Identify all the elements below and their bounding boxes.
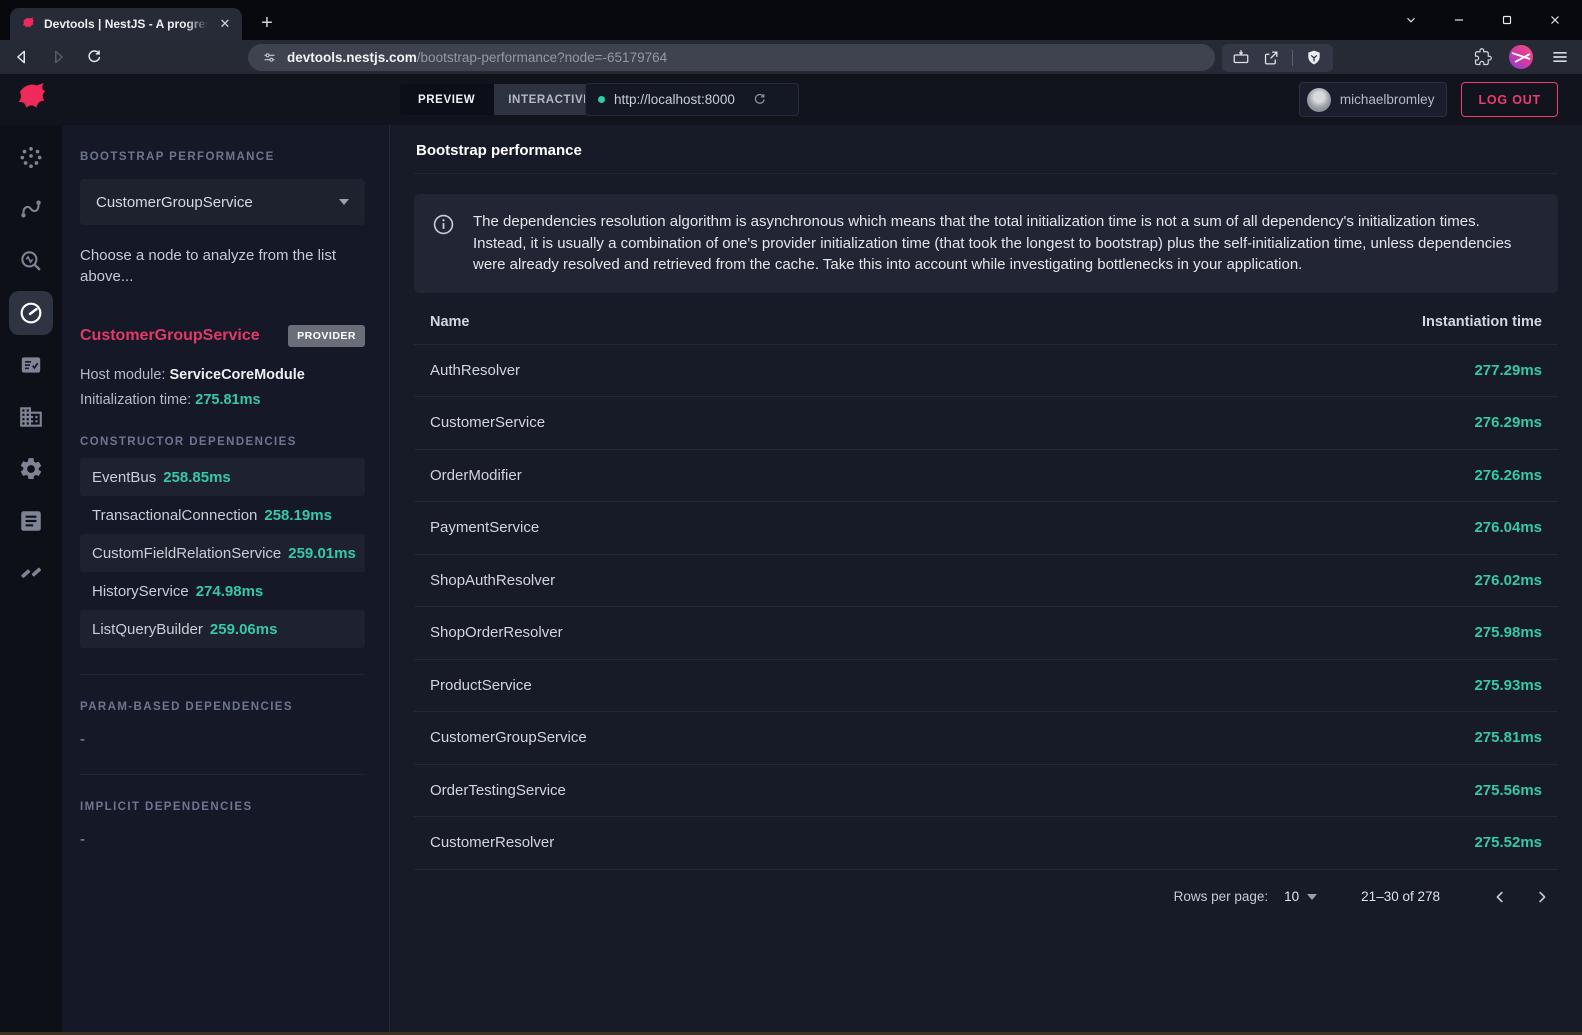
dependency-item[interactable]: CustomFieldRelationService259.01ms — [80, 534, 365, 572]
next-page-icon[interactable] — [1526, 881, 1558, 913]
info-icon — [432, 213, 455, 236]
panel-hint: Choose a node to analyze from the list a… — [80, 245, 365, 287]
send-to-device-icon[interactable] — [1232, 49, 1250, 67]
nav-settings-icon[interactable] — [9, 447, 53, 491]
new-tab-button[interactable]: + — [254, 10, 280, 36]
tab-close-icon[interactable]: ✕ — [216, 15, 234, 33]
nav-inspect-icon[interactable] — [9, 239, 53, 283]
nestjs-logo-icon — [12, 80, 50, 118]
panel-title: BOOTSTRAP PERFORMANCE — [80, 151, 365, 163]
rows-per-page-label: Rows per page: — [1174, 889, 1269, 904]
constructor-dependencies-title: CONSTRUCTOR DEPENDENCIES — [80, 436, 365, 448]
chevron-down-icon — [1307, 894, 1317, 900]
info-note: The dependencies resolution algorithm is… — [414, 194, 1558, 293]
url-text: devtools.nestjs.com/bootstrap-performanc… — [287, 50, 667, 65]
target-url-box[interactable]: http://localhost:8000 — [585, 83, 799, 116]
share-icon[interactable] — [1262, 49, 1280, 67]
tab-preview[interactable]: PREVIEW — [400, 84, 493, 115]
chevron-down-icon — [339, 199, 349, 205]
dependency-item[interactable]: ListQueryBuilder259.06ms — [80, 610, 365, 648]
table-row[interactable]: CustomerResolver275.52ms — [414, 817, 1558, 870]
implicit-dependencies-section: IMPLICIT DEPENDENCIES - — [80, 774, 365, 848]
table-row[interactable]: PaymentService276.04ms — [414, 502, 1558, 555]
param-dependencies-section: PARAM-BASED DEPENDENCIES - — [80, 674, 365, 748]
dependency-item[interactable]: HistoryService274.98ms — [80, 572, 365, 610]
table-row[interactable]: CustomerService276.29ms — [414, 397, 1558, 450]
app-header: PREVIEW INTERACTIVE http://localhost:800… — [0, 74, 1582, 125]
browser-toolbar: devtools.nestjs.com/bootstrap-performanc… — [0, 40, 1582, 74]
extensions-icon[interactable] — [1474, 48, 1492, 66]
nav-tools-icon[interactable] — [9, 551, 53, 595]
nav-organization-icon[interactable] — [9, 395, 53, 439]
tab-search-icon[interactable] — [1394, 5, 1428, 35]
implicit-dependencies-title: IMPLICIT DEPENDENCIES — [80, 801, 365, 813]
refresh-icon[interactable] — [752, 92, 767, 107]
previous-page-icon[interactable] — [1484, 881, 1516, 913]
column-name: Name — [430, 314, 470, 330]
dependency-item[interactable]: EventBus258.85ms — [80, 458, 365, 496]
user-avatar — [1307, 88, 1331, 112]
page-actions — [1222, 44, 1333, 72]
nav-bootstrap-performance-icon[interactable] — [9, 291, 53, 335]
page-title: Bootstrap performance — [414, 125, 1558, 174]
table-row[interactable]: CustomerGroupService275.81ms — [414, 712, 1558, 765]
table-row[interactable]: ShopOrderResolver275.98ms — [414, 607, 1558, 660]
mode-toggle: PREVIEW INTERACTIVE — [400, 84, 606, 115]
info-text: The dependencies resolution algorithm is… — [473, 211, 1534, 276]
logout-button[interactable]: LOG OUT — [1461, 82, 1558, 117]
selected-node-name: CustomerGroupService — [80, 327, 260, 345]
provider-badge: PROVIDER — [288, 325, 365, 347]
table-row[interactable]: OrderTestingService275.56ms — [414, 765, 1558, 818]
menu-icon[interactable] — [1550, 47, 1570, 67]
rows-per-page-select[interactable]: 10 — [1284, 889, 1317, 904]
nestjs-favicon-icon — [20, 16, 36, 32]
table-row[interactable]: ProductService275.93ms — [414, 660, 1558, 713]
table-row[interactable]: OrderModifier276.26ms — [414, 450, 1558, 503]
nav-graph-icon[interactable] — [9, 135, 53, 179]
tab-title: Devtools | NestJS - A progressive — [44, 17, 208, 31]
target-url-text: http://localhost:8000 — [614, 92, 735, 107]
table-header: Name Instantiation time — [414, 301, 1558, 345]
address-bar[interactable]: devtools.nestjs.com/bootstrap-performanc… — [248, 44, 1215, 71]
brave-shield-icon[interactable] — [1305, 49, 1323, 67]
column-instantiation-time: Instantiation time — [1422, 314, 1542, 330]
close-icon[interactable] — [1538, 5, 1572, 35]
main-content: Bootstrap performance The dependencies r… — [390, 125, 1582, 1032]
reload-icon[interactable] — [80, 43, 108, 71]
param-dependencies-empty: - — [80, 731, 365, 748]
table-row[interactable]: ShopAuthResolver276.02ms — [414, 555, 1558, 608]
maximize-icon[interactable] — [1490, 5, 1524, 35]
tab-strip: Devtools | NestJS - A progressive ✕ + — [0, 0, 1582, 40]
param-dependencies-title: PARAM-BASED DEPENDENCIES — [80, 701, 365, 713]
bootstrap-performance-panel: BOOTSTRAP PERFORMANCE CustomerGroupServi… — [62, 125, 390, 1032]
minimize-icon[interactable] — [1442, 5, 1476, 35]
forward-icon[interactable] — [44, 43, 72, 71]
status-dot — [598, 96, 605, 103]
implicit-dependencies-empty: - — [80, 831, 365, 848]
nav-docs-icon[interactable] — [9, 499, 53, 543]
pagination: Rows per page: 10 21–30 of 278 — [414, 870, 1558, 924]
constructor-dependencies-section: CONSTRUCTOR DEPENDENCIES EventBus258.85m… — [80, 436, 365, 648]
back-icon[interactable] — [8, 43, 36, 71]
username: michaelbromley — [1340, 92, 1435, 107]
browser-tab[interactable]: Devtools | NestJS - A progressive ✕ — [10, 8, 242, 40]
pagination-range: 21–30 of 278 — [1361, 889, 1440, 904]
node-select-value: CustomerGroupService — [96, 194, 253, 211]
profile-avatar[interactable] — [1508, 44, 1534, 70]
node-select[interactable]: CustomerGroupService — [80, 179, 365, 225]
dependency-item[interactable]: TransactionalConnection258.19ms — [80, 496, 365, 534]
table-row[interactable]: AuthResolver277.29ms — [414, 345, 1558, 398]
nav-checklist-icon[interactable] — [9, 343, 53, 387]
nav-flow-icon[interactable] — [9, 187, 53, 231]
init-time-row: Initialization time: 275.81ms — [80, 392, 365, 408]
browser-window: Devtools | NestJS - A progressive ✕ + de… — [0, 0, 1582, 1035]
host-module-row: Host module: ServiceCoreModule — [80, 367, 365, 383]
performance-table: Name Instantiation time AuthResolver277.… — [414, 301, 1558, 870]
divider — [1292, 50, 1293, 66]
user-menu[interactable]: michaelbromley — [1299, 82, 1448, 117]
site-settings-icon[interactable] — [262, 50, 277, 65]
nav-rail — [0, 125, 62, 1032]
